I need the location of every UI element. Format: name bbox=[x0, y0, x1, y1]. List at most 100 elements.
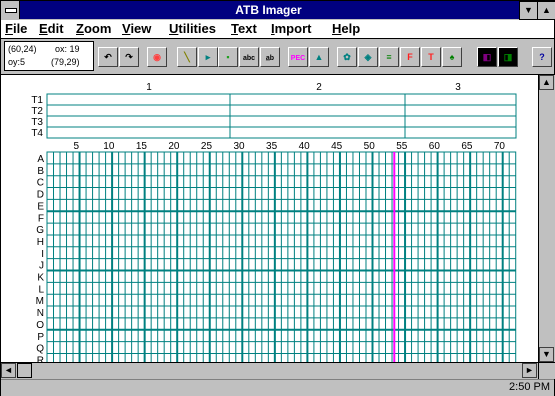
minimize-button[interactable]: ▼ bbox=[519, 1, 538, 20]
menu-import[interactable]: Import bbox=[271, 21, 311, 36]
line-tool-button[interactable]: ╲ bbox=[177, 47, 197, 67]
grid-row-label: M bbox=[36, 296, 44, 307]
fill-icon: ▪ bbox=[226, 52, 230, 62]
grid-row-label: P bbox=[37, 332, 44, 343]
fill-tool-button[interactable]: ▪ bbox=[218, 47, 238, 67]
font-size-icon: T bbox=[428, 52, 434, 62]
record-button[interactable]: ◉ bbox=[147, 47, 167, 67]
menu-bar: File Edit Zoom View Utilities Text Import Help bbox=[1, 20, 554, 39]
track-row-label: T2 bbox=[31, 106, 43, 117]
text-abc-button[interactable]: abc bbox=[239, 47, 259, 67]
system-menu-icon[interactable] bbox=[1, 1, 20, 19]
vertical-text-icon: a̲b bbox=[265, 55, 275, 62]
undo-arrow-icon: ↶ bbox=[104, 52, 112, 62]
grid-column-number: 20 bbox=[168, 141, 180, 152]
grid-column-number: 55 bbox=[396, 141, 408, 152]
menu-help[interactable]: Help bbox=[332, 21, 360, 36]
redo-button[interactable]: ↷ bbox=[119, 47, 139, 67]
palette-alt-icon: ◨ bbox=[503, 52, 513, 62]
menu-view[interactable]: View bbox=[122, 21, 151, 36]
pattern-button[interactable]: ✿ bbox=[337, 47, 357, 67]
offset-y: oy:5 bbox=[8, 57, 26, 67]
origin-coordinate: (79,29) bbox=[51, 57, 80, 67]
menu-edit[interactable]: Edit bbox=[39, 21, 64, 36]
help-question-icon: ? bbox=[539, 52, 545, 62]
select-tool-button[interactable]: ▸ bbox=[198, 47, 218, 67]
grid-row-label: Q bbox=[36, 344, 44, 355]
cursor-select-icon: ▸ bbox=[205, 52, 211, 62]
grid-row-label: E bbox=[37, 201, 44, 212]
scroll-up-icon[interactable]: ▲ bbox=[539, 75, 554, 90]
cursor-coordinate: (60,24) bbox=[8, 44, 37, 54]
font-button[interactable]: F bbox=[400, 47, 420, 67]
font-icon: F bbox=[407, 52, 413, 62]
grid-row-label: A bbox=[37, 154, 44, 165]
scroll-left-icon[interactable]: ◄ bbox=[1, 363, 16, 378]
grid-row-label: O bbox=[36, 320, 44, 331]
undo-button[interactable]: ↶ bbox=[98, 47, 118, 67]
grid-column-number: 70 bbox=[494, 141, 506, 152]
status-bar: 2:50 PM bbox=[1, 379, 554, 396]
grid-column-number: 30 bbox=[233, 141, 245, 152]
align-icon: ≡ bbox=[386, 52, 392, 62]
window-title: ATB Imager bbox=[235, 3, 302, 17]
scroll-down-icon[interactable]: ▼ bbox=[539, 347, 554, 362]
grid-column-number: 5 bbox=[74, 141, 80, 152]
track-row-label: T3 bbox=[31, 117, 43, 128]
coordinate-readout: (60,24) ox: 19 oy:5 (79,29) bbox=[4, 41, 94, 71]
horizontal-scrollbar[interactable]: ◄ ► bbox=[1, 362, 538, 379]
track-row-label: T1 bbox=[31, 95, 43, 106]
palette-button[interactable]: ◧ bbox=[477, 47, 497, 67]
scroll-right-icon[interactable]: ► bbox=[522, 363, 537, 378]
grid-column-number: 15 bbox=[136, 141, 148, 152]
landscape-button[interactable]: ▲ bbox=[309, 47, 329, 67]
align-button[interactable]: ≡ bbox=[379, 47, 399, 67]
grid-column-number: 50 bbox=[364, 141, 376, 152]
vertical-scrollbar[interactable]: ▲ ▼ bbox=[538, 75, 555, 362]
pattern-canvas[interactable]: T1 T2 T3 T4 1 2 3 A B C D E F G H I J K L M N O P Q R 5 10 15 20 25 30… bbox=[1, 75, 538, 366]
image-button[interactable]: ◈ bbox=[358, 47, 378, 67]
redo-arrow-icon: ↷ bbox=[125, 52, 133, 62]
status-clock: 2:50 PM bbox=[509, 381, 550, 393]
grid-row-label: H bbox=[37, 237, 44, 248]
menu-text[interactable]: Text bbox=[231, 21, 257, 36]
maximize-button[interactable]: ▲ bbox=[537, 1, 555, 20]
pec-icon: PEC bbox=[290, 55, 306, 62]
menu-file[interactable]: File bbox=[5, 21, 27, 36]
grid-row-label: L bbox=[38, 284, 44, 295]
record-icon: ◉ bbox=[153, 52, 161, 62]
palette-alt-button[interactable]: ◨ bbox=[498, 47, 518, 67]
track-column-number: 2 bbox=[316, 82, 322, 93]
grid-row-label: B bbox=[37, 166, 44, 177]
grid-row-label: K bbox=[37, 273, 44, 284]
line-pen-icon: ╲ bbox=[184, 52, 190, 62]
track-column-number: 1 bbox=[146, 82, 152, 93]
menu-zoom[interactable]: Zoom bbox=[76, 21, 111, 36]
text-icon: abc bbox=[242, 55, 256, 62]
stamp-button[interactable]: ♠ bbox=[442, 47, 462, 67]
grid-column-number: 45 bbox=[331, 141, 343, 152]
offset-x: ox: 19 bbox=[55, 44, 80, 54]
scroll-thumb[interactable] bbox=[17, 363, 32, 378]
grid-row-label: N bbox=[37, 308, 44, 319]
menu-utilities[interactable]: Utilities bbox=[169, 21, 216, 36]
grid-column-number: 40 bbox=[299, 141, 311, 152]
grid-row-label: J bbox=[39, 261, 44, 272]
grid-column-number: 60 bbox=[429, 141, 441, 152]
font-size-button[interactable]: T bbox=[421, 47, 441, 67]
scroll-corner bbox=[538, 362, 555, 379]
pec-button[interactable]: PEC bbox=[288, 47, 308, 67]
grid-svg[interactable]: T1T2T3T41 2 3ABCDEFGHIJKLMNOPQR5 10 15 20 25 30… bbox=[1, 75, 538, 366]
grid-column-number: 10 bbox=[103, 141, 115, 152]
palette-icon: ◧ bbox=[482, 52, 492, 62]
title-bar: ATB Imager ▼ ▲ bbox=[1, 1, 555, 20]
grid-row-label: C bbox=[37, 178, 44, 189]
help-button[interactable]: ? bbox=[532, 47, 552, 67]
image-icon: ◈ bbox=[364, 52, 372, 62]
vertical-text-button[interactable]: a̲b bbox=[260, 47, 280, 67]
landscape-icon: ▲ bbox=[314, 52, 324, 62]
track-row-label: T4 bbox=[31, 128, 43, 139]
stamp-icon: ♠ bbox=[449, 52, 455, 62]
grid-row-label: I bbox=[41, 249, 44, 260]
toolbar: (60,24) ox: 19 oy:5 (79,29) ↶ ↷ ◉ ╲ ▸ ▪ abc a̲b… bbox=[1, 39, 554, 75]
